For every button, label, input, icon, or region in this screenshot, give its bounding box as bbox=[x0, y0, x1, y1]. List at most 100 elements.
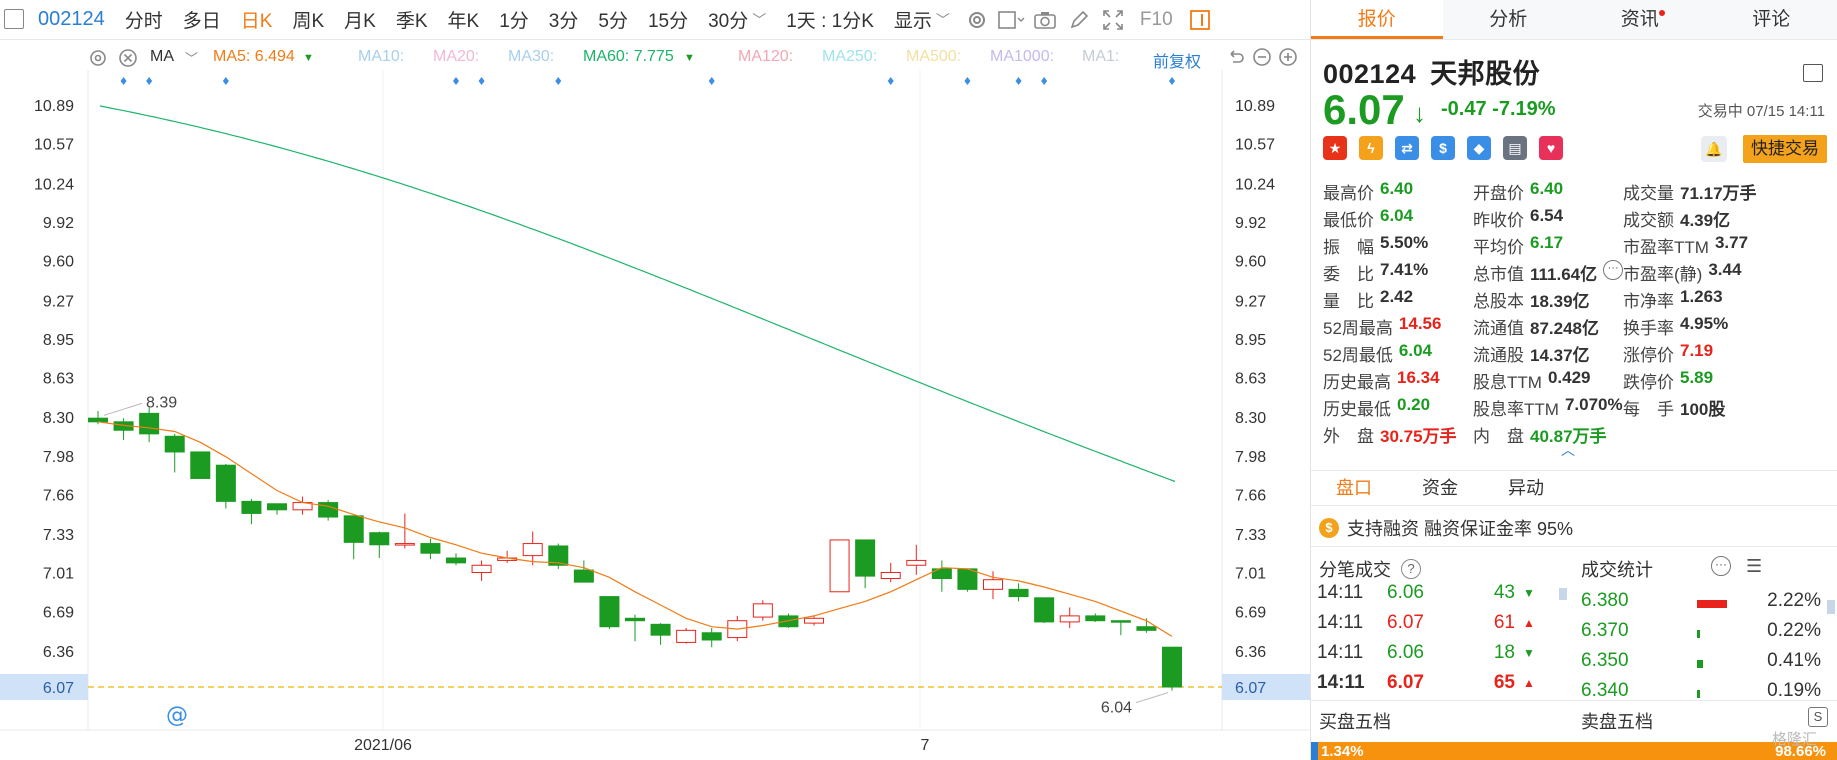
stat-cell: 振 幅 5.50% bbox=[1323, 233, 1428, 258]
quick-trade-button[interactable]: 快捷交易 bbox=[1743, 135, 1827, 163]
dollar-icon[interactable]: $ bbox=[1431, 136, 1455, 160]
event-marker-icon[interactable] bbox=[478, 77, 485, 85]
kline-chart[interactable]: 10.89 10.89 10.57 10.57 10.24 10.24 9.92 9.92 9.… bbox=[0, 70, 1310, 760]
event-marker-icon[interactable] bbox=[120, 77, 127, 85]
heart-icon[interactable]: ♥ bbox=[1539, 136, 1563, 160]
more-icon[interactable]: ··· bbox=[1603, 260, 1624, 280]
settings-icon[interactable] bbox=[960, 5, 994, 35]
stat-cell: 总股本 18.39亿 bbox=[1473, 287, 1590, 312]
tab-period-2[interactable]: 日K bbox=[231, 6, 283, 33]
pencil-icon[interactable] bbox=[1062, 5, 1096, 35]
app-window: 002124 分时 多日 日K 周K 月K 季K 年K 1分 3分 5分 15分… bbox=[0, 0, 1837, 760]
stat-cell: 量 比 2.42 bbox=[1323, 287, 1413, 312]
tab-period-11[interactable]: 30分 ﹀ bbox=[698, 6, 776, 33]
layout-icon[interactable] bbox=[1803, 64, 1823, 82]
zoom-out-icon[interactable] bbox=[1252, 47, 1272, 72]
china-flag-icon[interactable]: ★ bbox=[1323, 136, 1347, 160]
display-select[interactable]: 显示 ﹀ bbox=[884, 6, 960, 33]
tab-orderbook[interactable]: 盘口 bbox=[1311, 471, 1397, 505]
fullscreen-icon[interactable] bbox=[1096, 5, 1130, 35]
scrollbar-thumb[interactable] bbox=[1827, 600, 1835, 614]
event-marker-icon[interactable] bbox=[1169, 77, 1175, 85]
help-icon[interactable]: ? bbox=[1401, 559, 1421, 579]
range-select[interactable]: 1天 : 1分K bbox=[776, 6, 884, 33]
y-tick-label-left: 7.98 bbox=[43, 449, 74, 466]
tab-period-0[interactable]: 分时 bbox=[115, 6, 173, 33]
tab-period-3[interactable]: 周K bbox=[282, 6, 334, 33]
tab-period-10[interactable]: 15分 bbox=[638, 6, 698, 33]
event-marker-icon[interactable] bbox=[1015, 77, 1022, 85]
y-tick-label-right: 8.63 bbox=[1235, 370, 1266, 387]
chevron-down-icon[interactable]: ﹀ bbox=[185, 48, 198, 67]
event-marker-icon[interactable] bbox=[1041, 77, 1048, 85]
stat-value: 7.41% bbox=[1380, 260, 1429, 279]
triangle-down-icon[interactable]: ▼ bbox=[684, 52, 695, 64]
tab-period-1[interactable]: 多日 bbox=[173, 6, 231, 33]
tab-comments[interactable]: 评论 bbox=[1706, 0, 1837, 39]
current-price-label-right: 6.07 bbox=[1235, 680, 1266, 697]
tab-period-6[interactable]: 年K bbox=[438, 6, 490, 33]
tab-funds[interactable]: 资金 bbox=[1397, 471, 1483, 505]
stat-label: 总市值 bbox=[1473, 265, 1524, 284]
stock-code-label[interactable]: 002124 bbox=[30, 8, 115, 31]
candle-body bbox=[522, 543, 543, 557]
stats-row: 历史最低 0.20 股息率TTM 7.070% 每 手 100股 bbox=[1323, 394, 1833, 421]
unread-dot bbox=[1658, 10, 1665, 16]
y-tick-label-right: 6.69 bbox=[1235, 604, 1266, 621]
volume-stat-bar bbox=[1697, 630, 1700, 638]
tab-news[interactable]: 资讯 bbox=[1574, 0, 1706, 39]
bell-icon[interactable]: 🔔 bbox=[1701, 136, 1727, 162]
candle-body bbox=[164, 435, 185, 453]
stat-cell: 股息TTM 0.429 bbox=[1473, 368, 1590, 393]
tab-period-5[interactable]: 季K bbox=[386, 6, 438, 33]
tag-icon[interactable]: ◆ bbox=[1467, 136, 1491, 160]
tab-period-9[interactable]: 5分 bbox=[588, 6, 638, 33]
panel-toggle-icon[interactable] bbox=[1183, 5, 1217, 35]
scrollbar-thumb[interactable] bbox=[1559, 588, 1567, 600]
layout-icon[interactable]: ☰ bbox=[1746, 556, 1766, 576]
event-marker-icon[interactable] bbox=[964, 77, 971, 85]
switch-icon[interactable]: S bbox=[1808, 707, 1828, 727]
tab-period-8[interactable]: 3分 bbox=[539, 6, 589, 33]
stat-cell: 成交额 4.39亿 bbox=[1623, 206, 1730, 231]
book-icon[interactable]: ▤ bbox=[1503, 136, 1527, 160]
kline-chart-svg[interactable]: 10.89 10.89 10.57 10.57 10.24 10.24 9.92 9.92 9.… bbox=[0, 70, 1310, 760]
stat-cell: 流通股 14.37亿 bbox=[1473, 341, 1590, 366]
event-marker-icon[interactable] bbox=[708, 77, 715, 85]
event-marker-icon[interactable] bbox=[555, 77, 562, 85]
event-marker-icon[interactable] bbox=[887, 77, 894, 85]
ticks-list[interactable]: 14:11 6.06 43 ▼ 14:11 6.07 61 ▲ 14:11 6.06 18 ▼ 14:1… bbox=[1317, 578, 1557, 700]
camera-icon[interactable] bbox=[1028, 5, 1062, 35]
chevron-up-icon[interactable]: ︿ bbox=[1561, 440, 1575, 460]
zoom-in-icon[interactable] bbox=[1278, 47, 1298, 72]
stat-label: 市净率 bbox=[1623, 292, 1674, 311]
event-marker-icon[interactable] bbox=[146, 77, 153, 85]
triangle-down-icon[interactable]: ▼ bbox=[303, 52, 314, 64]
tab-period-4[interactable]: 月K bbox=[334, 6, 386, 33]
stat-value: 87.248亿 bbox=[1530, 319, 1599, 338]
indicator-select[interactable]: MA bbox=[150, 48, 174, 66]
f10-button[interactable]: F10 bbox=[1130, 9, 1183, 31]
square-icon[interactable] bbox=[994, 5, 1028, 35]
tab-period-7[interactable]: 1分 bbox=[489, 6, 539, 33]
at-icon[interactable]: @ bbox=[166, 703, 188, 728]
y-tick-label-left: 9.92 bbox=[43, 215, 74, 232]
event-marker-icon[interactable] bbox=[453, 77, 459, 85]
buy-ratio-label: 1.34% bbox=[1321, 743, 1364, 760]
stat-cell: 每 手 100股 bbox=[1623, 395, 1725, 420]
lightning-icon[interactable]: ϟ bbox=[1359, 136, 1383, 160]
tab-quote[interactable]: 报价 bbox=[1311, 0, 1443, 39]
shuffle-icon[interactable]: ⇄ bbox=[1395, 136, 1419, 160]
panel-tabs: 报价 分析 资讯 评论 bbox=[1311, 0, 1837, 40]
event-marker-icon[interactable] bbox=[222, 77, 229, 85]
tab-analysis[interactable]: 分析 bbox=[1443, 0, 1575, 39]
tab-anomaly[interactable]: 异动 bbox=[1483, 471, 1569, 505]
more-icon[interactable]: ··· bbox=[1711, 556, 1731, 576]
stat-label: 最高价 bbox=[1323, 184, 1374, 203]
undo-icon[interactable] bbox=[1226, 47, 1246, 72]
candle-body bbox=[778, 615, 799, 628]
adjust-select[interactable]: 前复权 bbox=[1153, 48, 1201, 72]
sidebar-toggle-icon[interactable] bbox=[4, 9, 24, 29]
volume-stats-list[interactable]: 6.380 2.22% 6.370 0.22% 6.350 0.41% 6.340 0.19% bbox=[1581, 590, 1821, 700]
stat-value: 7.19 bbox=[1680, 341, 1714, 360]
